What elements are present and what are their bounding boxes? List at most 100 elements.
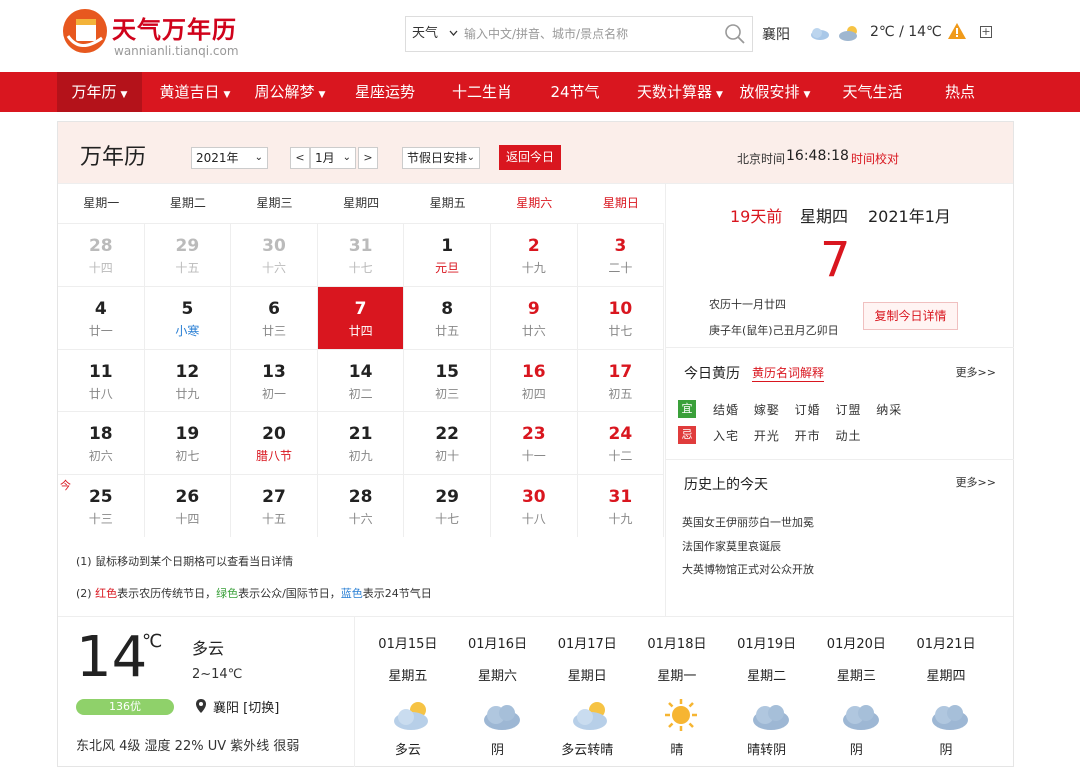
calendar-day-cell[interactable]: 6 廿三: [231, 285, 318, 349]
calendar-day-cell[interactable]: 9 廿六: [491, 285, 578, 349]
nav-item-label: 24节气: [550, 83, 600, 101]
forecast-date: 01月19日: [737, 637, 797, 652]
day-number: 24: [608, 424, 633, 445]
calendar-day-cell[interactable]: 29 十五: [144, 223, 232, 286]
calendar-day-cell[interactable]: 5 小寒: [144, 285, 232, 349]
calendar-day-cell[interactable]: 30 十八: [491, 474, 578, 537]
calendar-day-cell[interactable]: 21 初九: [317, 411, 405, 475]
history-item[interactable]: 大英博物馆正式对公众开放: [682, 561, 814, 577]
nav-item[interactable]: 热点: [925, 72, 995, 112]
day-number: 6: [268, 298, 280, 319]
calendar-day-cell[interactable]: 24 十二: [577, 411, 665, 475]
calendar-day-cell[interactable]: 今 25 十三: [58, 474, 145, 537]
forecast-day[interactable]: 01月19日 星期二 晴转阴: [722, 617, 812, 767]
calendar-day-cell[interactable]: 29 十七: [404, 474, 491, 537]
nav-item[interactable]: 万年历 ▼: [57, 72, 142, 112]
huangli-section: 今日黄历 黄历名词解释 更多>> 宜 结婚 嫁娶 订婚 订盟 纳采 忌 入宅 开…: [666, 348, 1014, 460]
weekday-header: 星期三: [256, 196, 293, 210]
forecast-day[interactable]: 01月18日 星期一晴: [632, 617, 722, 767]
calendar-day-cell[interactable]: 2 十九: [491, 223, 578, 286]
calendar-day-cell[interactable]: 22 初十: [404, 411, 491, 475]
holiday-select[interactable]: 节假日安排 ⌄: [402, 147, 480, 169]
lunar-day: 廿七: [608, 323, 633, 338]
day-number: 3: [614, 236, 627, 256]
search-type-select[interactable]: 天气: [406, 17, 462, 51]
nav-item[interactable]: 天气生活: [830, 72, 915, 112]
nav-item[interactable]: 星座运势: [340, 72, 430, 112]
weekday-header: 星期一: [83, 196, 120, 210]
lunar-day: 初四: [521, 386, 546, 401]
lunar-day: 十三: [88, 512, 113, 527]
current-condition: 多云: [192, 639, 225, 658]
forecast-day[interactable]: 01月17日 星期日 多云转晴: [542, 617, 632, 767]
calendar-day-cell[interactable]: 12 廿九: [144, 348, 232, 412]
holiday-select-value: 节假日安排: [407, 151, 468, 165]
forecast-date: 01月20日: [826, 637, 886, 652]
yi-tag: 宜: [678, 400, 696, 418]
day-number: 31: [348, 236, 373, 256]
calendar-day-cell[interactable]: 20 腊八节: [231, 411, 318, 475]
calendar-day-cell[interactable]: 18 初六: [58, 411, 145, 475]
forecast-day[interactable]: 01月20日 星期三阴: [812, 617, 902, 767]
nav-item[interactable]: 天数计算器 ▼: [630, 72, 730, 112]
warning-icon[interactable]: [947, 22, 967, 40]
calendar-day-cell[interactable]: 19 初七: [144, 411, 232, 475]
nav-item[interactable]: 黄道吉日 ▼: [150, 72, 240, 112]
calendar-day-cell[interactable]: 30 十六: [231, 223, 318, 286]
day-number: 19: [175, 424, 200, 445]
calendar-day-cell[interactable]: 10 廿七: [577, 285, 665, 349]
forecast-day[interactable]: 01月16日 星期六阴: [453, 617, 543, 767]
forecast-day[interactable]: 01月21日 星期四阴: [901, 617, 991, 767]
calendar-day-cell[interactable]: 13 初一: [231, 348, 318, 412]
history-more-link[interactable]: 更多>>: [956, 474, 996, 490]
add-icon[interactable]: +: [980, 26, 992, 38]
calendar-day-cell[interactable]: 27 十五: [231, 474, 318, 537]
calendar-day-cell[interactable]: 1 元旦: [404, 223, 491, 286]
lunar-day: 初一: [261, 386, 286, 401]
lunar-day: 十七: [435, 512, 460, 527]
calendar-day-cell[interactable]: 28 十四: [58, 223, 145, 286]
calendar-day-cell[interactable]: 31 十七: [317, 223, 405, 286]
search-input[interactable]: [464, 17, 714, 51]
calendar-day-cell[interactable]: 15 初三: [404, 348, 491, 412]
search-icon[interactable]: [724, 23, 746, 45]
forecast-weekday: 星期一: [657, 669, 697, 684]
calendar-day-cell[interactable]: 26 十四: [144, 474, 232, 537]
nav-item[interactable]: 周公解梦 ▼: [245, 72, 335, 112]
today-tag: 今: [60, 479, 71, 493]
nav-item[interactable]: 24节气: [535, 72, 615, 112]
calendar-day-cell[interactable]: 4 廿一: [58, 285, 145, 349]
calendar-day-cell[interactable]: 28 十六: [317, 474, 405, 537]
calendar-day-cell[interactable]: 16 初四: [491, 348, 578, 412]
forecast-day[interactable]: 01月15日 星期五 多云: [363, 617, 453, 767]
forecast-weekday: 星期三: [836, 669, 876, 684]
prev-month-button[interactable]: <: [290, 147, 310, 169]
calendar-day-cell[interactable]: 11 廿八: [58, 348, 145, 412]
calendar-day-cell[interactable]: 3 二十: [577, 223, 665, 286]
nav-item[interactable]: 放假安排 ▼: [730, 72, 820, 112]
calendar-day-cell[interactable]: 31 十九: [577, 474, 665, 537]
current-city-switch[interactable]: 襄阳 [切换]: [213, 697, 279, 716]
back-to-today-button[interactable]: 返回今日: [499, 145, 561, 170]
site-logo[interactable]: 天气万年历 wannianli.tianqi.com: [60, 6, 240, 62]
year-select[interactable]: 2021年 ⌄: [191, 147, 268, 169]
calendar-day-cell[interactable]: 7 廿四: [317, 285, 405, 349]
copy-detail-button[interactable]: 复制今日详情: [863, 302, 958, 330]
calendar-day-cell[interactable]: 17 初五: [577, 348, 665, 412]
month-select[interactable]: 1月 ⌄: [310, 147, 356, 169]
huangli-more-link[interactable]: 更多>>: [956, 364, 996, 380]
day-number: 8: [441, 298, 454, 319]
time-check-link[interactable]: 时间校对: [851, 150, 899, 167]
calendar-day-cell[interactable]: 8 廿五: [404, 285, 491, 349]
nav-item[interactable]: 十二生肖: [437, 72, 527, 112]
chevron-down-icon: ⌄: [466, 152, 475, 163]
top-city[interactable]: 襄阳: [762, 24, 790, 44]
next-month-button[interactable]: >: [358, 147, 378, 169]
history-item[interactable]: 英国女王伊丽莎白一世加冕: [682, 514, 814, 530]
partly-cloudy-icon: [394, 702, 428, 730]
calendar-day-cell[interactable]: 14 初二: [317, 348, 405, 412]
huangli-terms-link[interactable]: 黄历名词解释: [752, 364, 825, 382]
calendar-day-cell[interactable]: 23 十一: [491, 411, 578, 475]
history-item[interactable]: 法国作家莫里哀诞辰: [682, 538, 781, 554]
weekday-header: 星期四: [343, 196, 380, 210]
